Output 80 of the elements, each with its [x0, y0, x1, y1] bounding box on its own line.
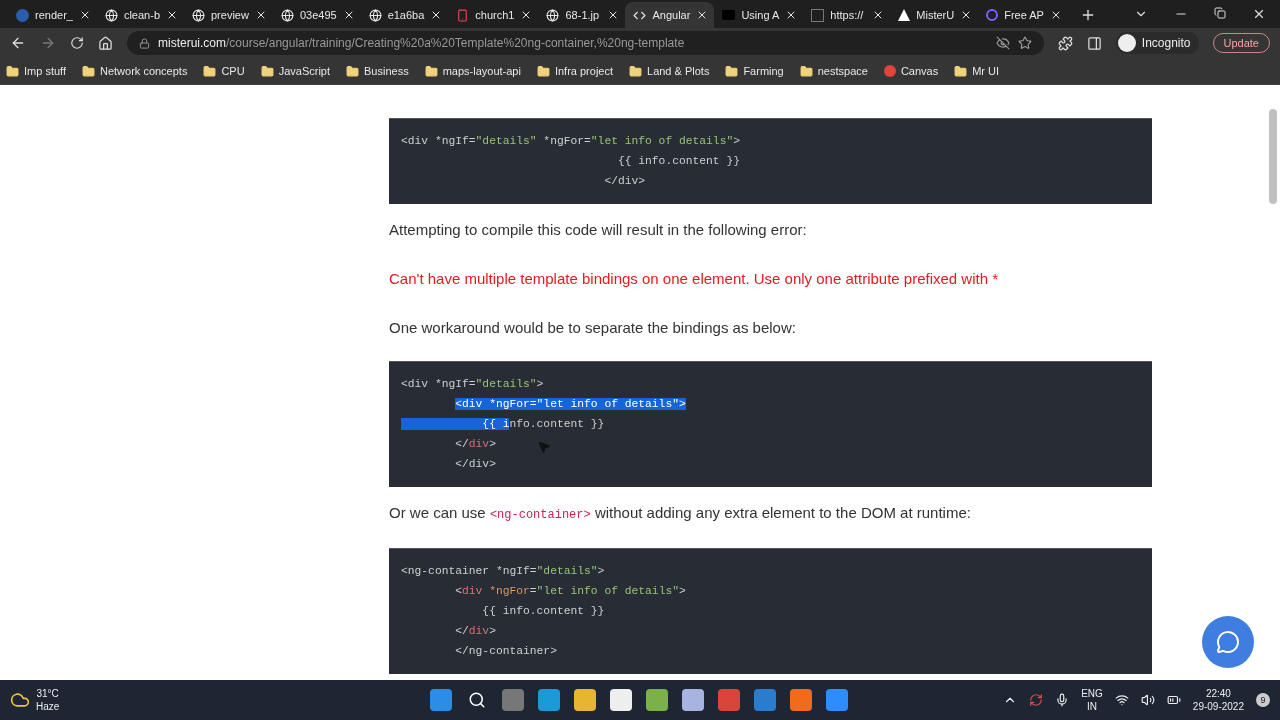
paragraph: One workaround would be to separate the bindings as below: [389, 318, 797, 338]
sync-icon[interactable] [1029, 693, 1044, 707]
back-icon[interactable] [10, 35, 26, 51]
chat-icon [1216, 630, 1240, 654]
bookmark[interactable]: CPU [203, 64, 245, 78]
weather-icon[interactable] [10, 690, 30, 710]
bookmark[interactable]: maps-layout-api [424, 64, 521, 78]
restore-icon[interactable] [1214, 7, 1226, 19]
battery-icon[interactable] [1166, 693, 1181, 707]
browser-tab[interactable]: Angular [625, 2, 715, 28]
bookmark[interactable]: Network concepts [82, 64, 188, 78]
language[interactable]: ENG [1081, 687, 1103, 700]
frame-icon [811, 8, 825, 22]
temperature: 31°C [36, 687, 60, 700]
code-line: {{ info.content }} [616, 154, 740, 169]
browser-tab[interactable]: church1 [448, 2, 539, 28]
clock-date[interactable]: 29-09-2022 [1192, 700, 1244, 713]
browser-tab[interactable]: Free AP [978, 2, 1068, 28]
site-icon [883, 65, 896, 77]
code-line: {{ info.content }} [481, 604, 605, 619]
home-icon[interactable] [98, 35, 113, 51]
browser-tab[interactable]: e1a6ba [360, 2, 449, 28]
region[interactable]: IN [1081, 700, 1103, 713]
url-text: misterui.com/course/angular/training/Creating%20a%20Template%20ng-container,%20ng-template [158, 36, 685, 50]
volume-icon[interactable] [1140, 693, 1155, 707]
clock-time[interactable]: 22:40 [1192, 687, 1244, 700]
globe-icon [546, 8, 560, 22]
chat-button[interactable] [1202, 616, 1254, 668]
browser-tab[interactable]: 03e495 [272, 2, 361, 28]
code-line: </div> [454, 457, 496, 472]
code-line: </ng-container> [454, 644, 557, 659]
bookmark[interactable]: Business [346, 64, 409, 78]
code-line: <ng-container *ngIf="details"> [401, 564, 605, 579]
close-icon[interactable] [1252, 7, 1266, 21]
bookmark[interactable]: Infra project [536, 64, 613, 78]
paragraph: Or we can use <ng-container> without adding any extra element to the DOM at runtime: [389, 503, 972, 524]
browser-tab[interactable]: clean-b [96, 2, 184, 28]
bookmark[interactable]: Farming [725, 64, 784, 78]
wifi-icon[interactable] [1114, 693, 1129, 707]
reload-icon[interactable] [70, 36, 84, 50]
eye-off-icon[interactable] [995, 36, 1010, 50]
mouse-cursor-icon [537, 440, 551, 454]
bookmark[interactable]: Canvas [883, 65, 939, 77]
code-line: </div> [454, 624, 496, 639]
code-line: <div *ngIf="details"> [401, 377, 544, 392]
forward-icon[interactable] [40, 35, 56, 51]
mic-icon[interactable] [1055, 693, 1070, 707]
extensions-icon[interactable] [1057, 35, 1073, 51]
browser-tab[interactable]: Using A [714, 2, 804, 28]
browser-tab[interactable]: preview [184, 2, 273, 28]
scrollbar-thumb[interactable] [1269, 109, 1277, 204]
bookmark[interactable]: JavaScript [260, 64, 330, 78]
logo-icon [16, 8, 29, 22]
bookmark[interactable]: Mr UI [954, 64, 1000, 78]
profile-chip[interactable]: Incognito [1115, 32, 1199, 54]
side-panel-icon[interactable] [1086, 35, 1102, 51]
code-line: </div> [454, 437, 496, 452]
code-line: <div *ngFor="let info of details"> [454, 584, 686, 599]
weather-text: Haze [36, 700, 60, 713]
code-line: <div *ngIf="details" *ngFor="let info of details"> [401, 134, 740, 149]
paragraph: Attempting to compile this code will result in the following error: [389, 220, 808, 240]
globe-icon [104, 8, 118, 22]
star-icon[interactable] [1017, 36, 1032, 50]
globe-icon [280, 8, 294, 22]
globe-icon [192, 8, 205, 22]
notification-badge[interactable]: 9 [1256, 693, 1270, 707]
address-bar[interactable]: misterui.com/course/angular/training/Creating%20a%20Template%20ng-container,%20ng-template [127, 31, 1044, 55]
lock-icon [139, 37, 150, 49]
phone-icon [456, 8, 470, 22]
bookmark[interactable]: nestspace [799, 64, 868, 78]
bookmark[interactable]: Land & Plots [629, 64, 710, 78]
browser-tab[interactable]: 68-1.jp [538, 2, 626, 28]
bookmark[interactable]: Imp stuff [6, 64, 66, 78]
code-line: </div> [603, 174, 646, 189]
code-line: {{ info.content }} [401, 414, 605, 434]
close-icon[interactable] [166, 9, 178, 21]
browser-tab[interactable]: render_ [8, 2, 97, 28]
globe-icon [368, 8, 382, 22]
browser-tab[interactable]: https:// [803, 2, 891, 28]
error-message: Can't have multiple template bindings on one element. Use only one attribute prefixed with * [389, 269, 1000, 289]
